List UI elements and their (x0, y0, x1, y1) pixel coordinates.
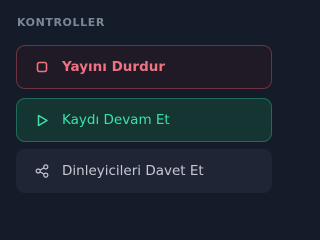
resume-recording-label: Kaydı Devam Et (62, 112, 170, 128)
stop-square-icon (34, 59, 50, 75)
invite-listeners-button[interactable]: Dinleyicileri Davet Et (16, 149, 272, 193)
play-icon (34, 112, 50, 128)
controls-panel: KONTROLLER Yayını Durdur Kaydı Devam Et (0, 0, 288, 210)
invite-listeners-label: Dinleyicileri Davet Et (62, 163, 204, 179)
stop-broadcast-label: Yayını Durdur (62, 59, 166, 75)
share-icon (34, 163, 50, 179)
resume-recording-button[interactable]: Kaydı Devam Et (16, 98, 272, 142)
stop-broadcast-button[interactable]: Yayını Durdur (16, 45, 272, 89)
section-title: KONTROLLER (17, 16, 105, 29)
